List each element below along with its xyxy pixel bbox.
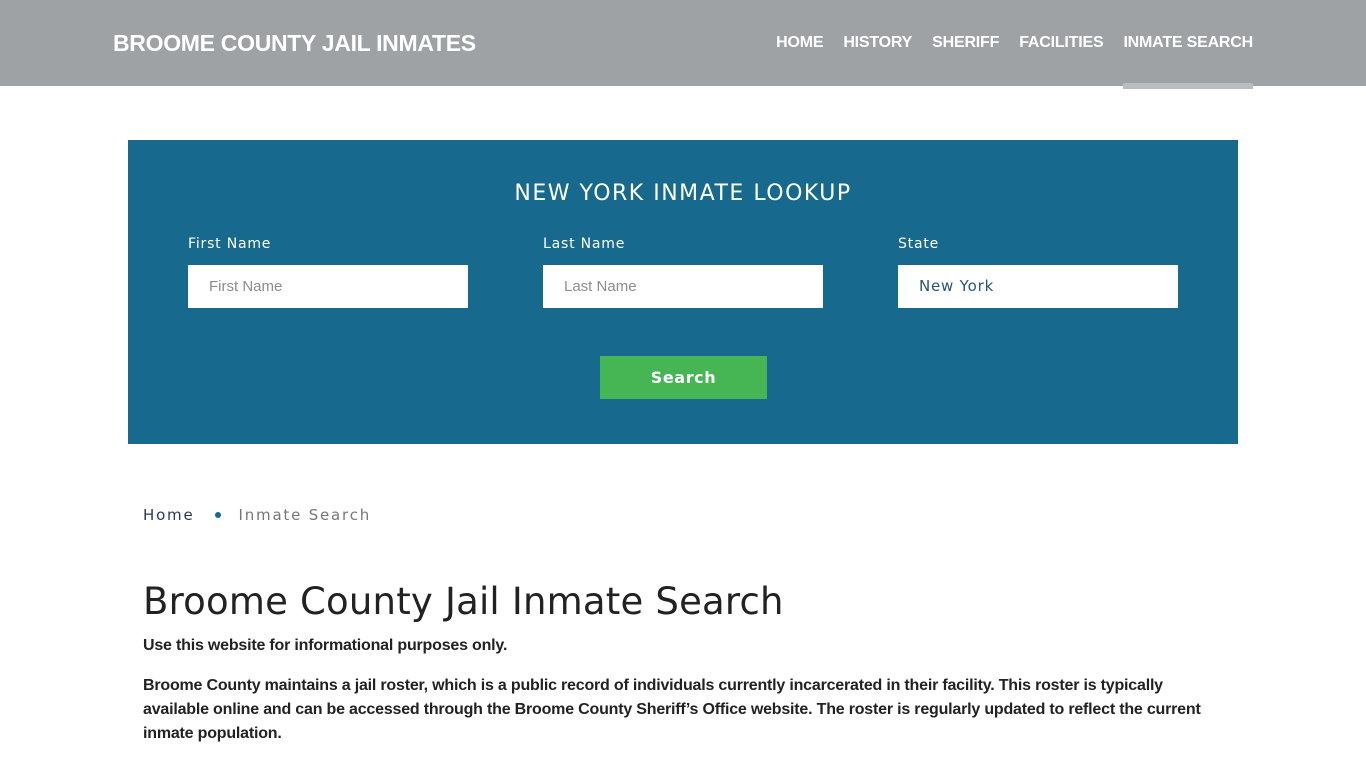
nav-home[interactable]: HOME	[776, 0, 823, 86]
nav-sheriff[interactable]: SHERIFF	[932, 0, 999, 86]
breadcrumb-separator-icon	[214, 512, 221, 518]
disclaimer-text: Use this website for informational purpo…	[143, 637, 508, 654]
nav-facilities[interactable]: FACILITIES	[1019, 0, 1103, 86]
last-name-group: Last Name	[543, 236, 823, 308]
state-select[interactable]: New York	[898, 265, 1178, 308]
site-brand-link[interactable]: BROOME COUNTY JAIL INMATES	[113, 30, 476, 57]
first-name-label: First Name	[188, 236, 272, 252]
last-name-label: Last Name	[543, 236, 626, 252]
intro-paragraph: Broome County maintains a jail roster, w…	[143, 677, 1201, 742]
first-name-input[interactable]	[188, 265, 468, 308]
breadcrumb-current: Inmate Search	[238, 506, 372, 524]
nav-inmate-search[interactable]: INMATE SEARCH	[1123, 0, 1253, 89]
page-title: Broome County Jail Inmate Search	[143, 580, 784, 623]
first-name-group: First Name	[188, 236, 468, 308]
search-button[interactable]: Search	[600, 356, 767, 399]
state-group: State New York	[898, 236, 1178, 308]
lookup-title: NEW YORK INMATE LOOKUP	[514, 181, 852, 206]
last-name-input[interactable]	[543, 265, 823, 308]
breadcrumb-home[interactable]: Home	[143, 506, 195, 524]
nav-history[interactable]: HISTORY	[843, 0, 912, 86]
breadcrumb: Home Inmate Search	[143, 506, 371, 524]
state-label: State	[898, 236, 940, 252]
main-nav: HOME HISTORY SHERIFF FACILITIES INMATE S…	[756, 0, 1253, 89]
site-header: BROOME COUNTY JAIL INMATES HOME HISTORY …	[0, 0, 1366, 89]
